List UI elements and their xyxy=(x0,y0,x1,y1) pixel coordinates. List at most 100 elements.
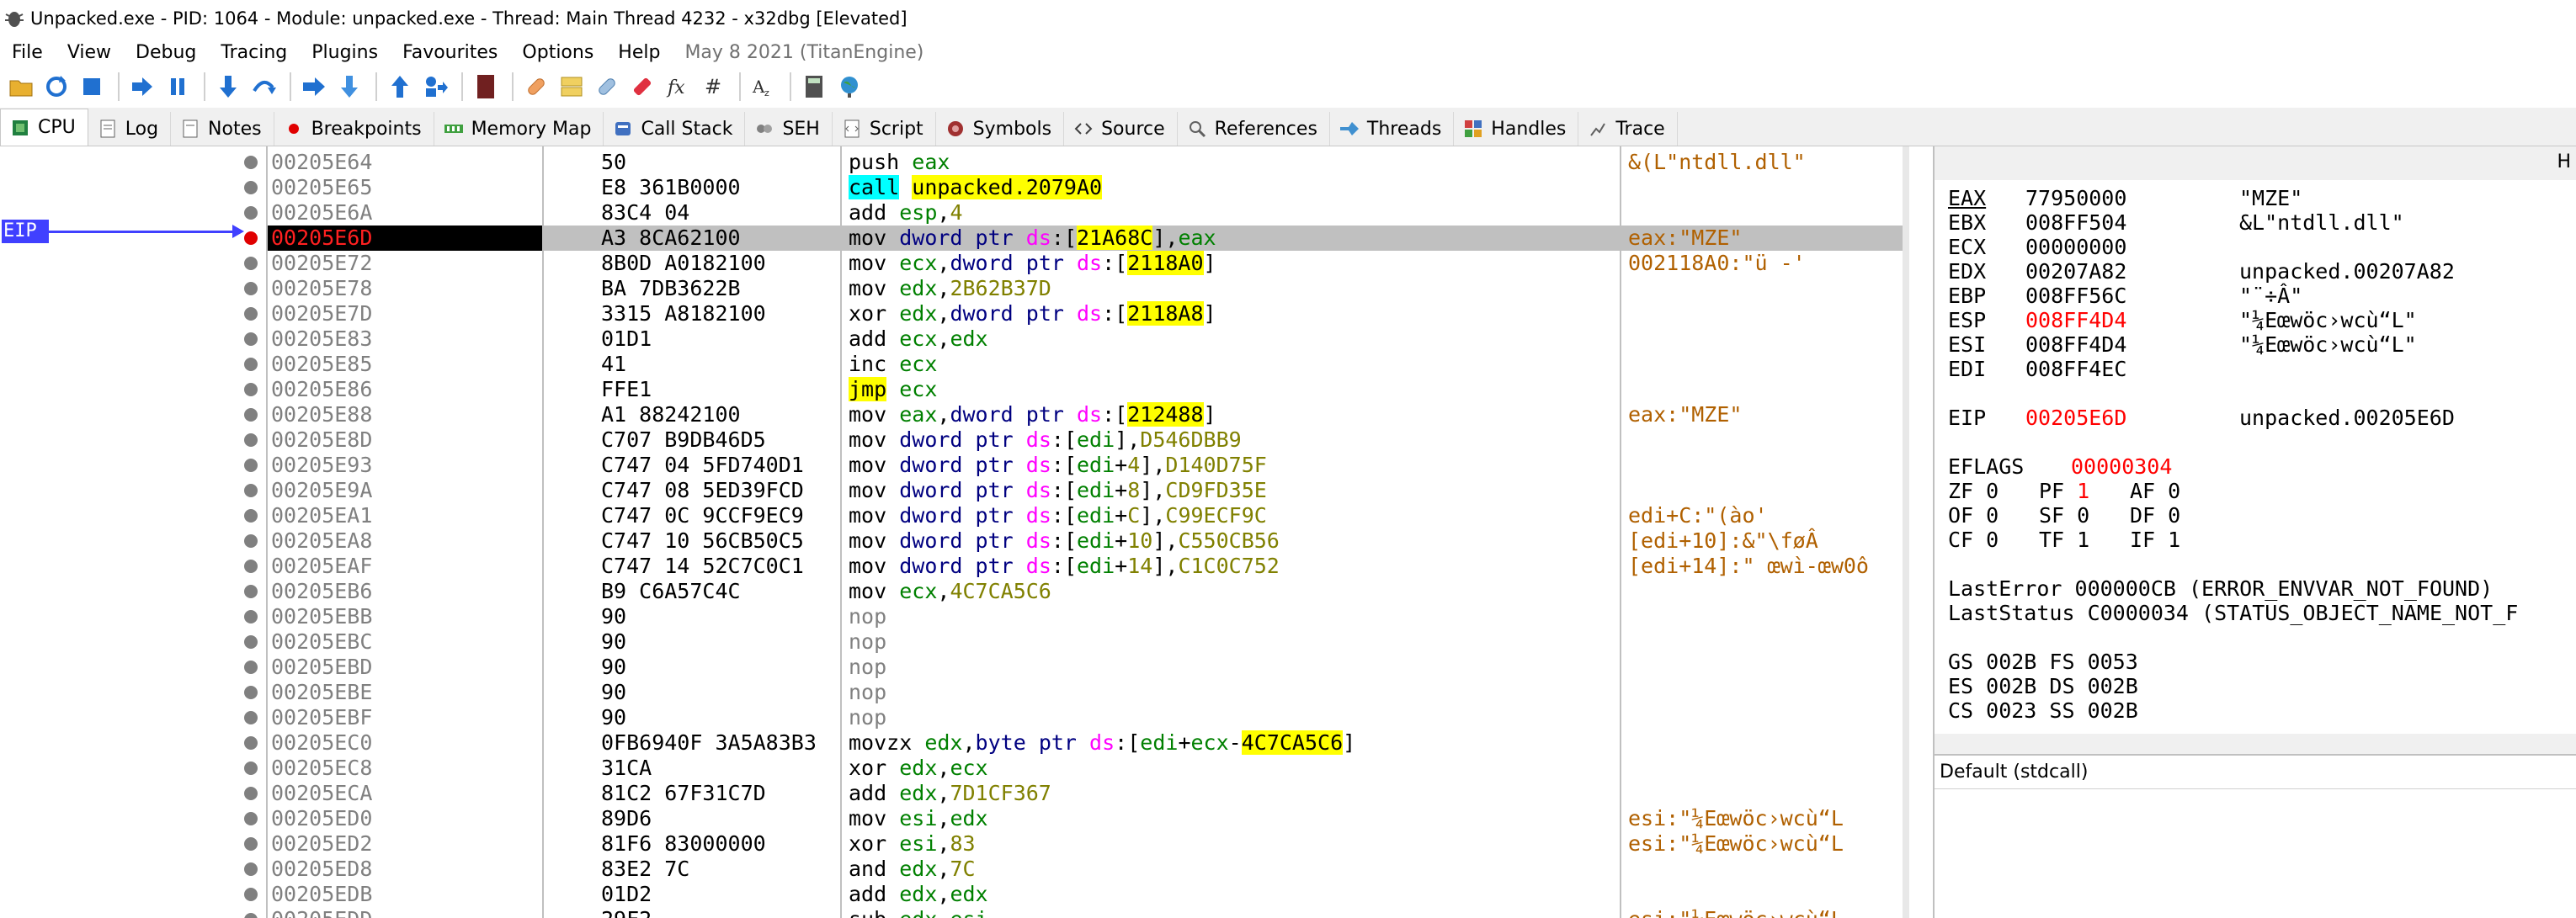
last-error[interactable]: LastError 000000CB (ERROR_ENVVAR_NOT_FOU… xyxy=(1948,577,2493,601)
step-over-icon[interactable] xyxy=(247,71,279,103)
segment-registers[interactable]: ES 002B DS 002B xyxy=(1948,675,2138,698)
breakpoint-dot[interactable] xyxy=(244,812,258,825)
disasm-row[interactable]: 00205EAF C747 14 52C7C0C1 mov dword ptr ds… xyxy=(268,554,1903,579)
execute-till-return-icon[interactable] xyxy=(384,71,416,103)
breakpoint-dot[interactable] xyxy=(244,307,258,321)
disassembly-scrollbar[interactable] xyxy=(1903,146,1909,918)
disasm-row[interactable]: 00205EBC 90 nop xyxy=(268,629,1903,655)
register-ebp[interactable]: EBP 008FF56C "¨÷Â" xyxy=(1948,284,2302,308)
disasm-row[interactable]: 00205EBD 90 nop xyxy=(268,655,1903,680)
breakpoint-dot[interactable] xyxy=(244,560,258,573)
disasm-row[interactable]: 00205E88 A1 88242100 mov eax,dword ptr ds:… xyxy=(268,402,1903,427)
patch-icon[interactable] xyxy=(520,71,552,103)
hash-icon[interactable]: # xyxy=(697,71,729,103)
disasm-row[interactable]: 00205E86 FFE1 jmp ecx xyxy=(268,377,1903,402)
tab-notes[interactable]: Notes xyxy=(171,112,274,146)
breakpoint-dot[interactable] xyxy=(244,610,258,623)
disasm-row[interactable]: 00205E78 BA 7DB3622B mov edx,2B62B37D xyxy=(268,276,1903,301)
tab-handles[interactable]: Handles xyxy=(1454,112,1579,146)
breakpoint-dot[interactable] xyxy=(244,484,258,497)
breakpoint-dot[interactable] xyxy=(244,181,258,194)
register-edi[interactable]: EDI 008FF4EC xyxy=(1948,358,2239,381)
trace-over-icon[interactable] xyxy=(333,71,365,103)
register-esi[interactable]: ESI 008FF4D4 "¼Eœwöc›wcù“L" xyxy=(1948,333,2417,357)
disasm-row[interactable]: 00205E6A 83C4 04 add esp,4 xyxy=(268,200,1903,226)
breakpoint-gutter[interactable]: EIP xyxy=(0,146,268,918)
disasm-row[interactable]: 00205EBB 90 nop xyxy=(268,604,1903,629)
flags-row[interactable]: OF 0 SF 0 DF 0 xyxy=(1948,504,2221,528)
menu-tracing[interactable]: Tracing xyxy=(209,42,300,63)
tab-threads[interactable]: Threads xyxy=(1329,112,1455,146)
disasm-row[interactable]: 00205EB6 B9 C6A57C4C mov ecx,4C7CA5C6 xyxy=(268,579,1903,604)
tab-memory-map[interactable]: Memory Map xyxy=(434,112,604,146)
disasm-row[interactable]: 00205EC8 31CA xor edx,ecx xyxy=(268,756,1903,781)
menu-view[interactable]: View xyxy=(56,42,124,63)
disasm-row[interactable]: 00205EDD 29F2 sub edx,esi esi:"¼Eœwöc›wcù“L xyxy=(268,907,1903,918)
disasm-row[interactable]: 00205ED8 83E2 7C and edx,7C xyxy=(268,857,1903,882)
register-ebx[interactable]: EBX 008FF504 &L"ntdll.dll" xyxy=(1948,211,2404,235)
register-esp[interactable]: ESP 008FF4D4 "¼Eœwöc›wcù“L" xyxy=(1948,309,2417,332)
tab-references[interactable]: References xyxy=(1177,112,1330,146)
breakpoint-dot[interactable] xyxy=(244,459,258,472)
step-into-icon[interactable] xyxy=(212,71,244,103)
disasm-row[interactable]: 00205EC0 0FB6940F 3A5A83B3 movzx edx,byte … xyxy=(268,730,1903,756)
breakpoint-dot[interactable] xyxy=(244,383,258,396)
breakpoint-dot[interactable] xyxy=(244,837,258,851)
breakpoint-dot[interactable] xyxy=(244,408,258,422)
disasm-row[interactable]: 00205EDB 01D2 add edx,edx xyxy=(268,882,1903,907)
menu-options[interactable]: Options xyxy=(510,42,606,63)
breakpoint-dot[interactable] xyxy=(244,156,258,169)
segment-registers[interactable]: CS 0023 SS 002B xyxy=(1948,699,2138,723)
trace-into-icon[interactable] xyxy=(298,71,330,103)
disasm-row[interactable]: 00205E83 01D1 add ecx,edx xyxy=(268,326,1903,352)
breakpoint-dot[interactable] xyxy=(244,509,258,523)
menu-file[interactable]: File xyxy=(0,42,56,63)
menu-debug[interactable]: Debug xyxy=(124,42,209,63)
menu-plugins[interactable]: Plugins xyxy=(300,42,391,63)
flags-row[interactable]: CF 0 TF 1 IF 1 xyxy=(1948,528,2221,552)
disasm-row[interactable]: 00205EBF 90 nop xyxy=(268,705,1903,730)
menu-favourites[interactable]: Favourites xyxy=(391,42,510,63)
disasm-row[interactable]: 00205ED2 81F6 83000000 xor esi,83 esi:"¼Eœw… xyxy=(268,831,1903,857)
breakpoint-dot[interactable] xyxy=(244,282,258,295)
breakpoint-dot[interactable] xyxy=(244,257,258,270)
tab-breakpoints[interactable]: Breakpoints xyxy=(274,112,434,146)
breakpoint-dot[interactable] xyxy=(244,635,258,649)
globe-icon[interactable] xyxy=(833,71,865,103)
calculator-icon[interactable] xyxy=(798,71,830,103)
run-icon[interactable] xyxy=(126,71,158,103)
hide-fpu-button[interactable]: H xyxy=(2557,151,2571,172)
register-eax[interactable]: EAX 77950000 "MZE" xyxy=(1948,187,2302,210)
disasm-row[interactable]: 00205E64 50 push eax &(L"ntdll.dll" xyxy=(268,150,1903,175)
disasm-row-current[interactable]: 00205E6D A3 8CA62100 mov dword ptr ds:[21A… xyxy=(268,226,1903,251)
restart-icon[interactable] xyxy=(40,71,72,103)
pause-icon[interactable] xyxy=(162,71,194,103)
tab-trace[interactable]: Trace xyxy=(1578,112,1678,146)
disasm-row[interactable]: 00205EA8 C747 10 56CB50C5 mov dword ptr ds… xyxy=(268,528,1903,554)
disasm-row[interactable]: 00205E65 E8 361B0000 call unpacked.2079A0 xyxy=(268,175,1903,200)
stop-icon[interactable] xyxy=(76,71,108,103)
disassembly-view[interactable]: 00205E64 50 push eax &(L"ntdll.dll" 00205E65… xyxy=(268,146,1903,918)
breakpoint-dot[interactable] xyxy=(244,332,258,346)
disasm-row[interactable]: 00205ED0 89D6 mov esi,edx esi:"¼Eœwöc›wcù“L xyxy=(268,806,1903,831)
bookmark-icon[interactable] xyxy=(626,71,658,103)
disasm-row[interactable]: 00205E7D 3315 A8182100 xor edx,dword ptr d… xyxy=(268,301,1903,326)
register-eflags[interactable]: EFLAGS 00000304 xyxy=(1948,455,2285,479)
menu-help[interactable]: Help xyxy=(606,42,673,63)
last-status[interactable]: LastStatus C0000034 (STATUS_OBJECT_NAME_… xyxy=(1948,602,2518,625)
breakpoint-dot[interactable] xyxy=(244,862,258,876)
breakpoint-dot[interactable] xyxy=(244,661,258,674)
disasm-row[interactable]: 00205E72 8B0D A0182100 mov ecx,dword ptr d… xyxy=(268,251,1903,276)
scylla-icon[interactable] xyxy=(470,71,502,103)
tab-cpu[interactable]: CPU xyxy=(0,109,88,146)
disasm-row[interactable]: 00205E85 41 inc ecx xyxy=(268,352,1903,377)
disasm-row[interactable]: 00205E8D C707 B9DB46D5 mov dword ptr ds:[e… xyxy=(268,427,1903,453)
run-to-user-code-icon[interactable] xyxy=(419,71,451,103)
breakpoint-dot[interactable] xyxy=(244,888,258,901)
disasm-row[interactable]: 00205EA1 C747 0C 9CCF9EC9 mov dword ptr ds… xyxy=(268,503,1903,528)
function-icon[interactable]: fx xyxy=(662,71,694,103)
disasm-row[interactable]: 00205ECA 81C2 67F31C7D add edx,7D1CF367 xyxy=(268,781,1903,806)
font-icon[interactable]: Az xyxy=(748,71,780,103)
disasm-row[interactable]: 00205E9A C747 08 5ED39FCD mov dword ptr ds… xyxy=(268,478,1903,503)
tab-symbols[interactable]: Symbols xyxy=(935,112,1065,146)
